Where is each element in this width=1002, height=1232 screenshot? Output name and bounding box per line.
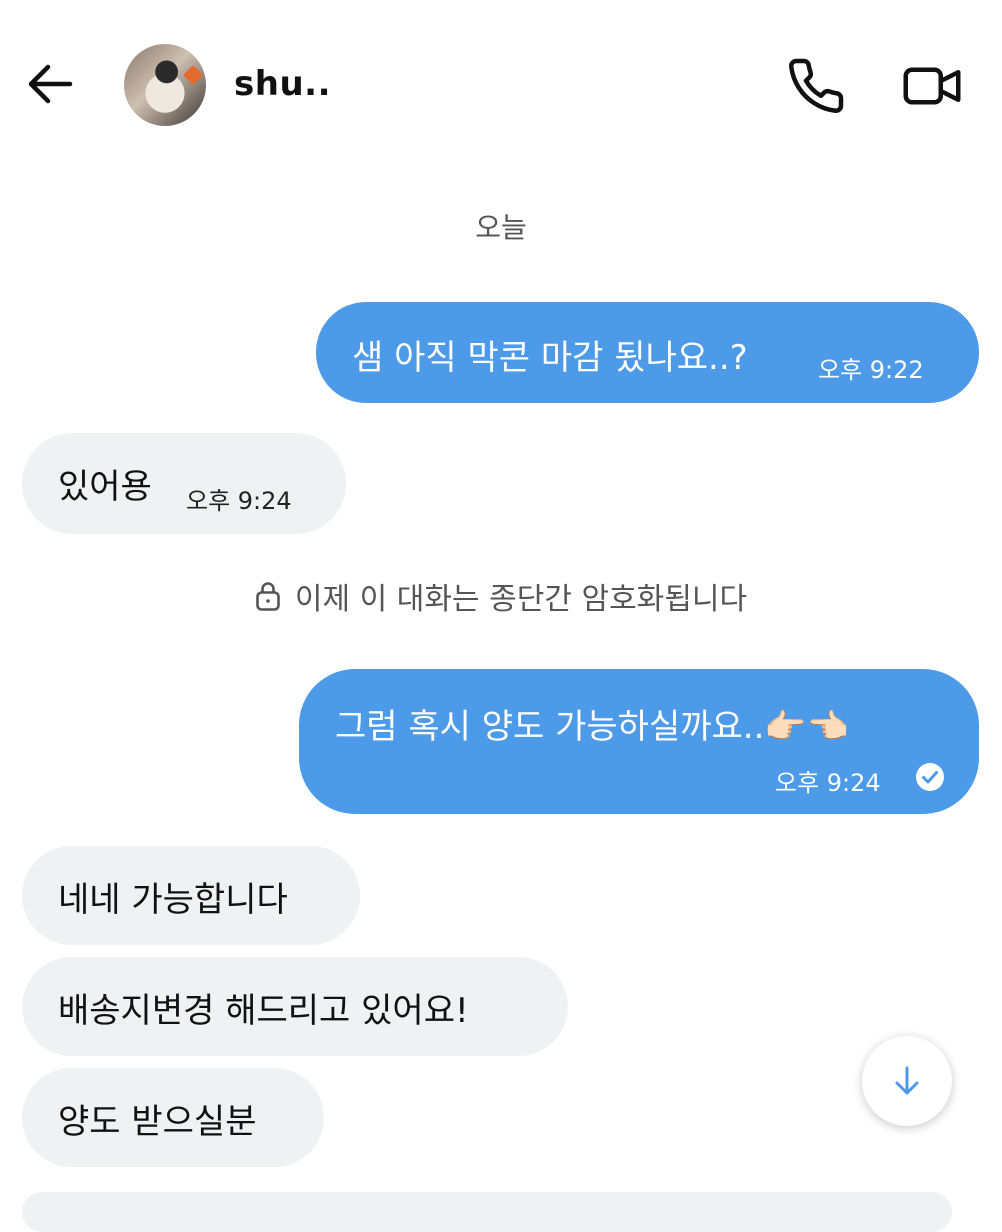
arrow-left-icon <box>28 64 73 104</box>
message-text: 샘 아직 막콘 마감 됬나요..? <box>352 338 748 378</box>
incoming-message-partial[interactable] <box>22 1192 952 1232</box>
encryption-notice: 이제 이 대화는 종단간 암호화됩니다 <box>0 574 1002 618</box>
scroll-to-bottom-button[interactable] <box>862 1036 952 1126</box>
date-separator: 오늘 <box>475 211 527 244</box>
outgoing-message[interactable]: 샘 아직 막콘 마감 됬나요..? 오후 9:22 <box>316 302 979 403</box>
contact-name[interactable]: shu.. <box>234 64 331 104</box>
lock-icon <box>256 582 280 611</box>
incoming-message[interactable]: 양도 받으실분 <box>22 1068 324 1167</box>
contact-avatar[interactable] <box>124 44 206 126</box>
encryption-notice-text: 이제 이 대화는 종단간 암호화됩니다 <box>294 582 748 617</box>
message-time: 오후 9:24 <box>186 487 292 515</box>
read-check-icon <box>916 763 944 791</box>
message-text: 양도 받으실분 <box>58 1102 257 1142</box>
avatar-decoration <box>183 65 203 85</box>
message-text: 배송지변경 해드리고 있어요! <box>58 991 469 1031</box>
incoming-message[interactable]: 있어용 오후 9:24 <box>22 433 346 534</box>
message-text: 그럼 혹시 양도 가능하실까요..👉🏻👈🏻 <box>335 707 850 747</box>
video-camera-icon <box>903 67 961 105</box>
message-text: 네네 가능합니다 <box>58 880 288 920</box>
incoming-message[interactable]: 네네 가능합니다 <box>22 846 360 945</box>
message-time: 오후 9:24 <box>775 769 881 797</box>
outgoing-message[interactable]: 그럼 혹시 양도 가능하실까요..👉🏻👈🏻 오후 9:24 <box>299 669 979 814</box>
message-time: 오후 9:22 <box>818 356 924 384</box>
incoming-message[interactable]: 배송지변경 해드리고 있어요! <box>22 957 568 1056</box>
phone-icon <box>789 58 844 113</box>
voice-call-button[interactable] <box>786 56 846 116</box>
back-button[interactable] <box>24 58 76 110</box>
arrow-down-icon <box>895 1066 919 1095</box>
message-text: 있어용 <box>58 467 152 507</box>
chat-header: shu.. <box>0 0 1002 170</box>
video-call-button[interactable] <box>902 56 962 116</box>
